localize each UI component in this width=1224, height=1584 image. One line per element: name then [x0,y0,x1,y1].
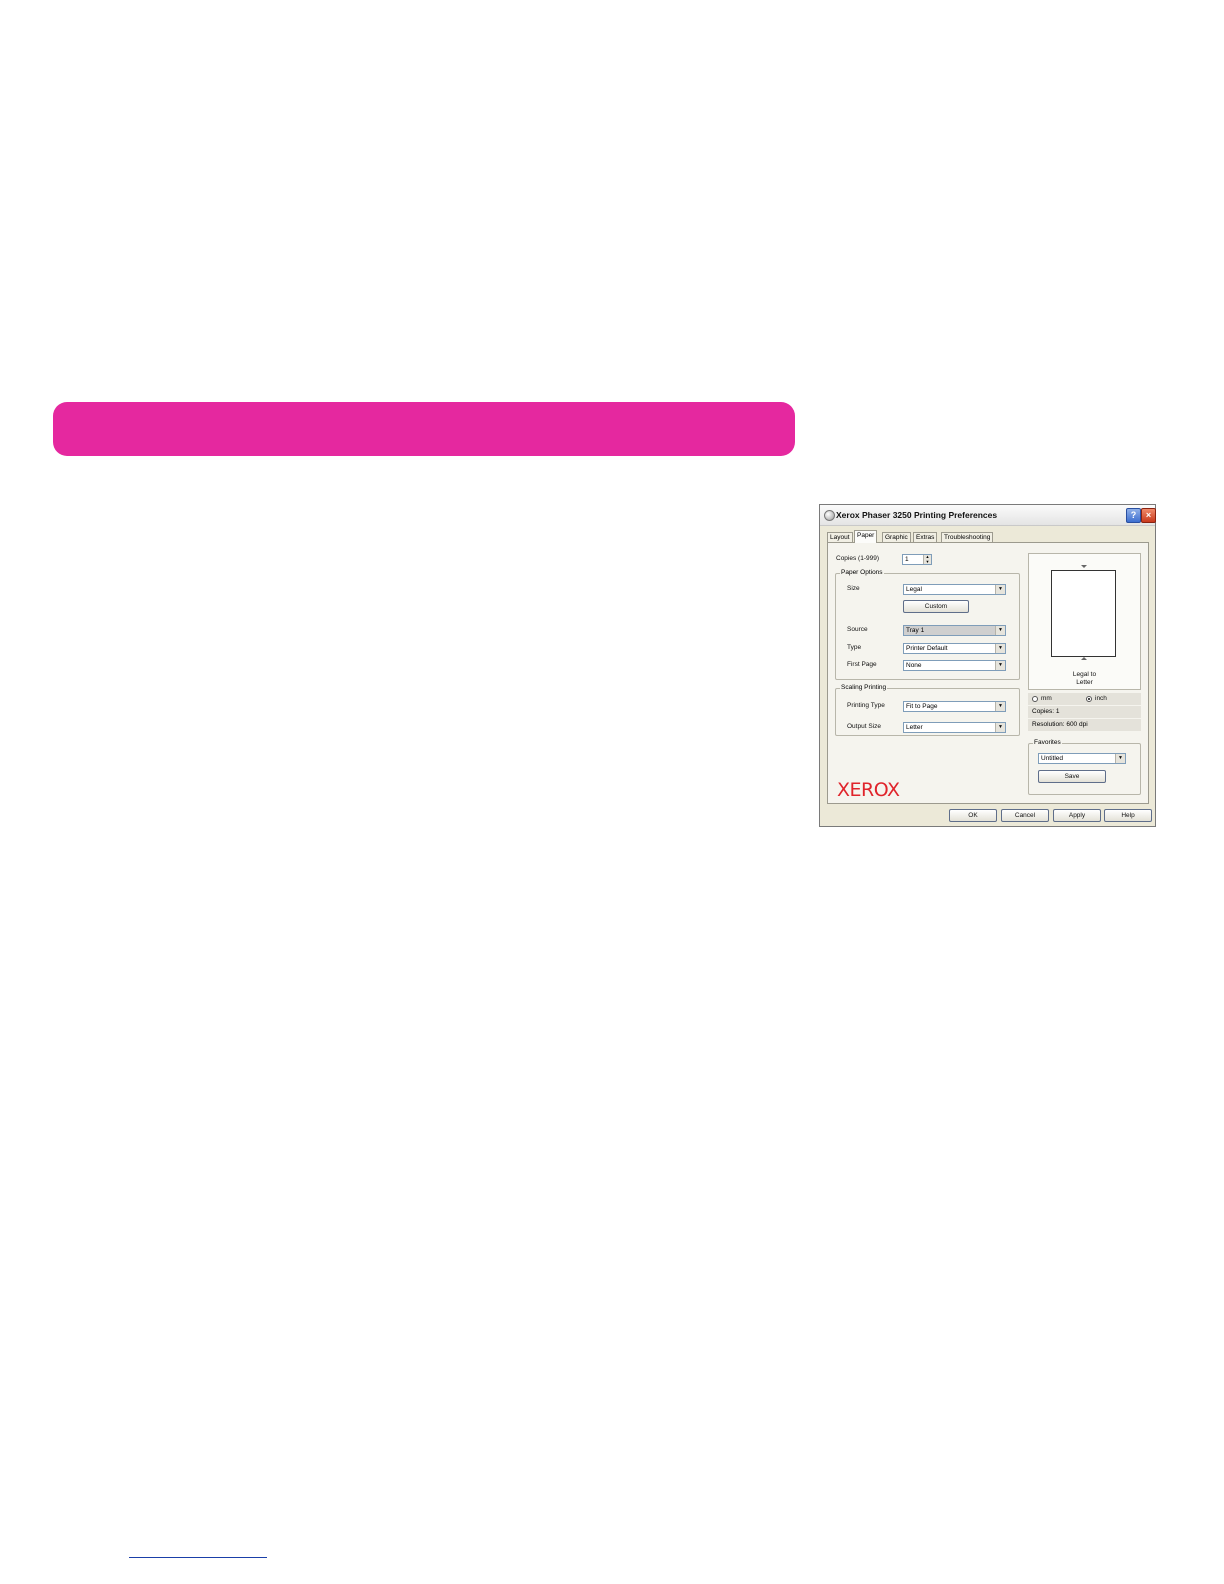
spin-buttons[interactable]: ▲ ▼ [923,555,931,564]
source-select[interactable]: Tray 1 ▼ [903,625,1006,636]
type-select[interactable]: Printer Default ▼ [903,643,1006,654]
size-value: Legal [906,586,922,593]
favorites-select[interactable]: Untitled ▼ [1038,753,1126,764]
preview-caption-line1: Legal to [1072,671,1097,678]
output-size-label: Output Size [847,723,881,730]
copies-label: Copies (1-999) [836,555,879,562]
paper-options-group: Paper Options Size Legal ▼ Custom Source… [835,569,1020,680]
paper-preview: Legal to Letter [1028,553,1141,690]
feed-direction-icon [1081,657,1087,660]
help-question-icon[interactable]: ? [1126,508,1141,523]
favorites-value: Untitled [1041,755,1064,762]
output-size-value: Letter [906,724,923,731]
printer-icon [824,510,835,521]
first-page-value: None [906,662,922,669]
xerox-logo: XEROX [837,779,900,801]
chevron-down-icon[interactable]: ▼ [995,661,1005,670]
resolution-summary: Resolution: 600 dpi [1028,719,1141,731]
save-button[interactable]: Save [1038,770,1106,783]
copies-stepper[interactable]: 1 ▲ ▼ [902,554,932,565]
printing-type-label: Printing Type [847,702,885,709]
inch-label: inch [1095,695,1107,702]
first-page-select[interactable]: None ▼ [903,660,1006,671]
chevron-down-icon[interactable]: ▼ [995,723,1005,732]
close-icon[interactable]: × [1141,508,1156,523]
tab-extras[interactable]: Extras [913,532,938,542]
output-size-select[interactable]: Letter ▼ [903,722,1006,733]
size-select[interactable]: Legal ▼ [903,584,1006,595]
favorites-group: Favorites Untitled ▼ Save [1028,739,1141,795]
custom-button[interactable]: Custom [903,600,969,613]
tab-layout[interactable]: Layout [827,532,853,542]
printing-type-select[interactable]: Fit to Page ▼ [903,701,1006,712]
type-value: Printer Default [906,645,948,652]
chevron-down-icon[interactable]: ▼ [1115,754,1125,763]
scaling-printing-group: Scaling Printing Printing Type Fit to Pa… [835,684,1020,736]
apply-button[interactable]: Apply [1053,809,1101,822]
copies-value: 1 [905,556,909,563]
feed-direction-icon [1081,565,1087,568]
size-label: Size [847,585,860,592]
mm-label: mm [1041,695,1052,702]
type-label: Type [847,644,862,651]
chevron-down-icon[interactable]: ▼ [995,626,1005,635]
tab-paper[interactable]: Paper [854,530,878,543]
dialog-title: Xerox Phaser 3250 Printing Preferences [836,510,998,520]
printing-type-value: Fit to Page [906,703,938,710]
mm-radio[interactable] [1032,696,1038,702]
tab-graphic[interactable]: Graphic [882,532,911,542]
section-header-band [53,402,795,456]
preview-sheet [1051,570,1116,657]
printing-preferences-dialog: Xerox Phaser 3250 Printing Preferences ?… [819,504,1156,827]
chevron-down-icon[interactable]: ▼ [995,585,1005,594]
copies-summary: Copies: 1 [1028,706,1141,718]
preview-caption-line2: Letter [1076,679,1093,686]
ok-button[interactable]: OK [949,809,997,822]
source-label: Source [847,626,868,633]
tab-troubleshooting[interactable]: Troubleshooting [941,532,994,542]
paper-tab-panel: Copies (1-999) 1 ▲ ▼ Paper Options Size … [827,542,1149,804]
first-page-label: First Page [847,661,877,668]
help-button[interactable]: Help [1104,809,1152,822]
title-bar: Xerox Phaser 3250 Printing Preferences ?… [820,505,1156,526]
scaling-printing-title: Scaling Printing [840,684,888,691]
source-value: Tray 1 [906,627,925,634]
chevron-down-icon[interactable]: ▼ [995,702,1005,711]
footer-rule [129,1557,267,1558]
favorites-title: Favorites [1033,739,1062,746]
spin-down-icon[interactable]: ▼ [924,559,931,565]
cancel-button[interactable]: Cancel [1001,809,1049,822]
chevron-down-icon[interactable]: ▼ [995,644,1005,653]
paper-options-title: Paper Options [840,569,884,576]
unit-selector: mm inch [1028,693,1141,705]
inch-radio[interactable] [1086,696,1092,702]
